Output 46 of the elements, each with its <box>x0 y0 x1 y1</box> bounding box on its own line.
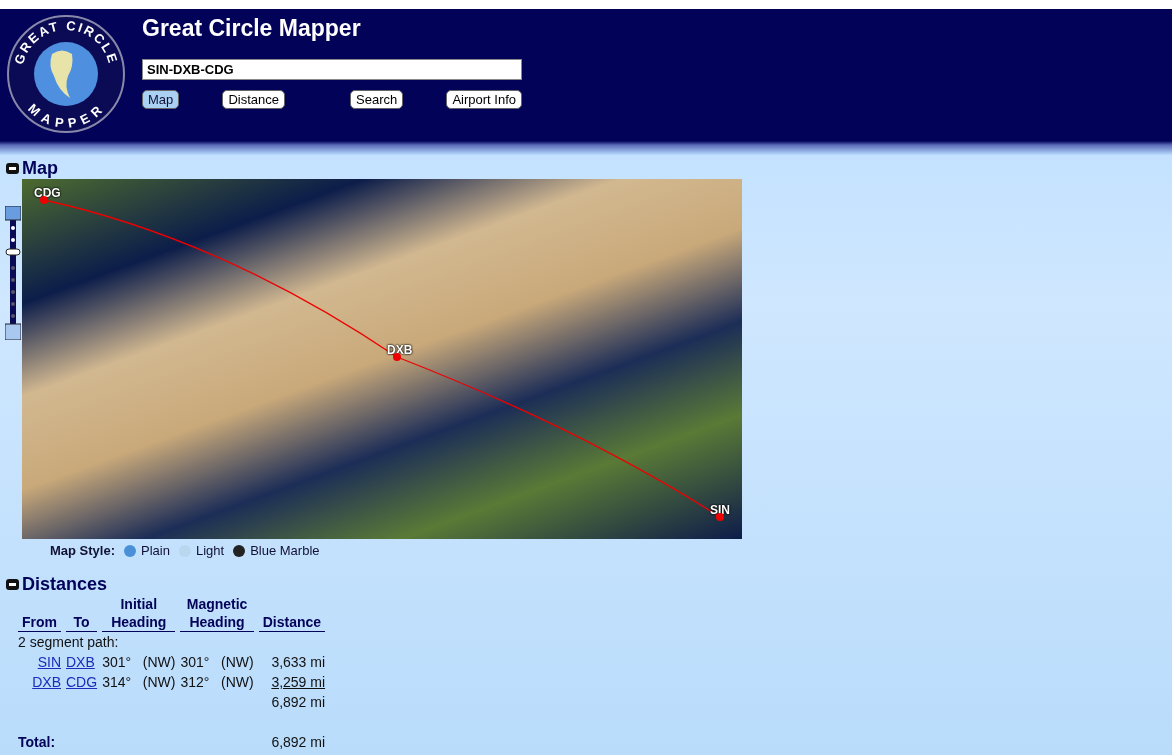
column-header: Magnetic Heading <box>186 595 248 631</box>
airport-link[interactable]: SIN <box>37 654 61 670</box>
nav-button[interactable]: Airport Info <box>446 90 522 109</box>
satellite-map[interactable]: CDG DXB SIN <box>22 179 742 539</box>
heading-direction: (NW) <box>221 654 254 670</box>
distance-value: 3,259 mi <box>271 674 326 690</box>
airport-link[interactable]: CDG <box>66 674 98 690</box>
heading-value: 301° <box>180 654 210 670</box>
path-label: 2 segment path: <box>18 634 119 650</box>
distance-value: 3,633 mi <box>271 654 326 670</box>
column-header: From <box>22 613 57 631</box>
section-heading: Map <box>22 158 58 179</box>
column-header: Distance <box>262 613 322 631</box>
collapse-icon[interactable] <box>6 579 19 590</box>
airport-link[interactable]: DXB <box>66 654 95 670</box>
map-style-link[interactable]: Blue Marble <box>250 543 320 558</box>
column-header: To <box>73 613 90 631</box>
airport-link[interactable]: DXB <box>32 674 61 690</box>
heading-direction: (NW) <box>142 654 176 670</box>
heading-direction: (NW) <box>221 674 254 690</box>
site-title: Great Circle Mapper <box>142 15 362 42</box>
distance-subtotal: 6,892 mi <box>271 694 326 710</box>
nav-button[interactable]: Distance <box>222 90 285 109</box>
route-input-field[interactable]: SIN-DXB-CDG <box>142 59 522 80</box>
column-header: Initial Heading <box>111 595 167 631</box>
map-style-link[interactable]: Plain <box>141 543 170 558</box>
airport-label: DXB <box>387 343 413 357</box>
zoom-slider-icon[interactable] <box>5 206 21 340</box>
heading-value: 314° <box>102 674 132 690</box>
distance-total: 6,892 mi <box>271 734 326 750</box>
collapse-icon[interactable] <box>6 163 19 174</box>
globe-icon[interactable] <box>233 544 246 557</box>
nav-button[interactable]: Map <box>142 90 180 109</box>
heading-value: 301° <box>102 654 132 670</box>
map-style-label: Map Style: <box>50 543 115 558</box>
airport-dot <box>716 513 724 521</box>
airport-dot <box>40 196 48 204</box>
airport-label: CDG <box>34 186 61 200</box>
airport-dot <box>393 353 401 361</box>
section-heading: Distances <box>22 574 108 595</box>
airport-label: SIN <box>710 503 730 517</box>
total-label: Total: <box>18 734 56 750</box>
heading-value: 312° <box>180 674 210 690</box>
nav-button[interactable]: Search <box>350 90 404 109</box>
map-style-link[interactable]: Light <box>195 543 225 558</box>
heading-direction: (NW) <box>142 674 176 690</box>
